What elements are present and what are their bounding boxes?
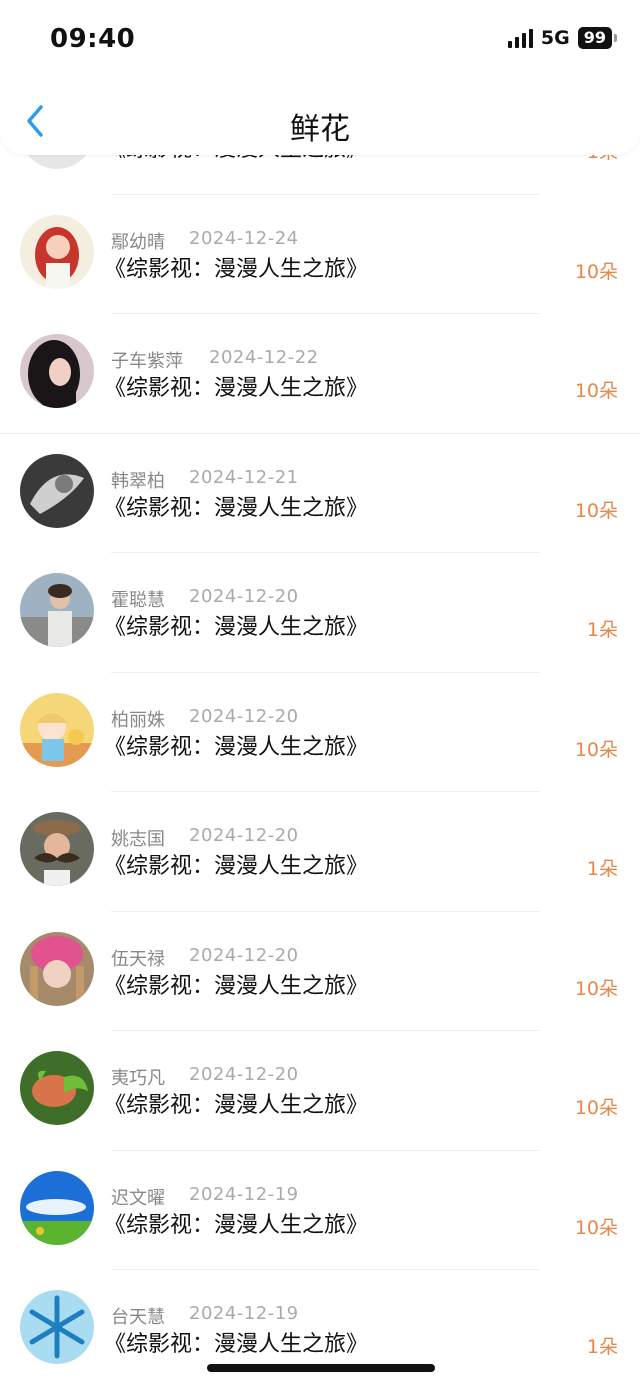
list-item[interactable]: 夷巧凡 2024-12-20 《综影视：漫漫人生之旅》 10朵 [0,1031,640,1151]
date: 2024-12-20 [189,705,299,727]
list-item[interactable]: 伍天禄 2024-12-20 《综影视：漫漫人生之旅》 10朵 [0,912,640,1031]
flower-count: 10朵 [574,1097,618,1119]
list-item[interactable]: 霍聪慧 2024-12-20 《综影视：漫漫人生之旅》 1朵 [0,553,640,673]
book-title: 《综影视：漫漫人生之旅》 [104,1093,369,1118]
top-bar: 09:40 5G 99 鲜花 [0,0,640,155]
fruit-avatar [20,1051,94,1125]
mustache-man-avatar [20,812,94,886]
flower-list[interactable]: 《综影视：漫漫人生之旅》 1朵 鄢幼晴 2024-12-24 《综影视：漫漫人生… [0,115,640,1387]
date: 2024-12-20 [189,1064,299,1085]
date: 2024-12-19 [189,1183,299,1205]
list-item[interactable]: 子车紫萍 2024-12-22 《综影视：漫漫人生之旅》 10朵 [0,314,640,434]
page-title: 鲜花 [290,112,350,147]
date: 2024-12-20 [189,944,299,966]
flower-count: 10朵 [574,1216,618,1239]
red-hair-girl-avatar [20,214,94,289]
book-title: 《综影视：漫漫人生之旅》 [104,256,369,282]
list-item[interactable]: 韩翠柏 2024-12-21 《综影视：漫漫人生之旅》 10朵 [0,434,640,553]
list-item[interactable]: 鄢幼晴 2024-12-24 《综影视：漫漫人生之旅》 10朵 [0,195,640,314]
young-man-avatar [20,573,94,647]
book-title: 《综影视：漫漫人生之旅》 [104,495,369,521]
flower-count: 1朵 [586,619,618,641]
flower-count: 10朵 [574,260,618,283]
book-title: 《综影视：漫漫人生之旅》 [104,1332,369,1357]
date: 2024-12-21 [189,466,299,488]
blue-sky-avatar [20,1170,94,1245]
network-label: 5G [540,27,570,49]
date: 2024-12-20 [189,825,299,846]
cartoon-child-avatar [20,692,94,767]
date: 2024-12-20 [189,586,299,607]
list-item[interactable]: 迟文曜 2024-12-19 《综影视：漫漫人生之旅》 10朵 [0,1151,640,1270]
list-item[interactable]: 柏丽姝 2024-12-20 《综影视：漫漫人生之旅》 10朵 [0,673,640,792]
date: 2024-12-24 [189,227,299,249]
battery-icon: 99 [577,27,618,49]
signal-icon [507,28,533,48]
book-title: 《综影视：漫漫人生之旅》 [104,854,369,879]
home-indicator[interactable] [207,1364,435,1372]
flower-count: 1朵 [586,858,618,880]
list-item[interactable]: 姚志国 2024-12-20 《综影视：漫漫人生之旅》 1朵 [0,792,640,912]
woman-portrait-avatar [20,334,94,408]
flower-count: 10朵 [574,380,618,402]
grayscale-abstract-avatar [20,453,94,528]
book-title: 《综影视：漫漫人生之旅》 [104,734,369,760]
status-time: 09:40 [50,24,136,54]
book-title: 《综影视：漫漫人生之旅》 [104,973,369,999]
book-title: 《综影视：漫漫人生之旅》 [104,615,369,640]
snowflake-avatar [20,1290,94,1364]
flower-count: 10朵 [574,738,618,761]
flower-count: 10朵 [574,499,618,522]
date: 2024-12-19 [189,1303,299,1324]
status-indicators: 5G 99 [507,27,618,49]
flower-count: 1朵 [586,1336,618,1358]
book-title: 《综影视：漫漫人生之旅》 [104,1212,369,1238]
flower-count: 10朵 [574,977,618,1000]
pink-hat-girl-avatar [20,931,94,1006]
date: 2024-12-22 [209,347,319,368]
book-title: 《综影视：漫漫人生之旅》 [104,376,369,401]
